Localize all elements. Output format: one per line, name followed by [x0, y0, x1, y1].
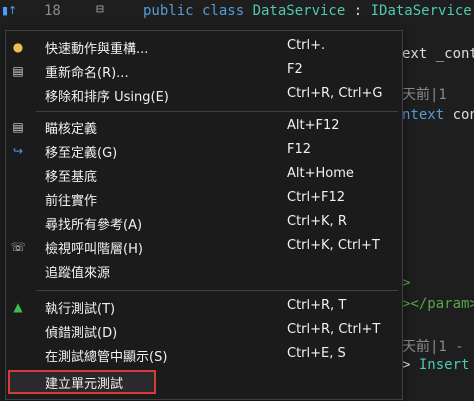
- menu-separator: [36, 111, 398, 112]
- menu-item-debug-tests[interactable]: 偵錯測試(D) Ctrl+R, Ctrl+T: [6, 319, 402, 343]
- keyword: public class: [143, 3, 253, 19]
- menu-item-label: 追蹤值來源: [45, 266, 111, 281]
- menu-item-label: 瞄核定義: [45, 122, 98, 137]
- menu-item-label: 檢視呼叫階層(H): [45, 242, 143, 257]
- code-identifier: Insert: [418, 357, 470, 373]
- menu-item-shortcut: F12: [287, 142, 312, 157]
- menu-item-go-to-implementation[interactable]: 前往實作 Ctrl+F12: [6, 187, 402, 211]
- code-punct: :: [345, 3, 371, 19]
- go-to-definition-icon: ↪: [12, 144, 24, 158]
- peek-definition-icon: ▤: [12, 120, 24, 134]
- class-name: DataService: [252, 3, 346, 19]
- code-line[interactable]: ext _cont: [402, 46, 474, 62]
- menu-item-rename[interactable]: ▤ 重新命名(R)... F2: [6, 59, 402, 83]
- menu-item-label: 在測試總管中顯示(S): [45, 350, 168, 365]
- menu-item-label: 尋找所有參考(A): [45, 218, 143, 233]
- menu-item-label: 執行測試(T): [45, 302, 116, 317]
- menu-item-shortcut: Ctrl+R, T: [287, 298, 347, 313]
- codelens-indicator-icon[interactable]: ▮↑: [2, 4, 17, 18]
- code-comment[interactable]: >: [402, 275, 410, 291]
- fold-marker-icon[interactable]: ⊟: [96, 2, 106, 20]
- menu-item-label: 偵錯測試(D): [45, 326, 118, 341]
- menu-item-shortcut: Alt+Home: [287, 166, 354, 181]
- menu-item-view-call-hierarchy[interactable]: ☏ 檢視呼叫階層(H) Ctrl+K, Ctrl+T: [6, 235, 402, 259]
- menu-separator: [36, 290, 398, 291]
- menu-item-show-in-test-explorer[interactable]: 在測試總管中顯示(S) Ctrl+E, S: [6, 343, 402, 367]
- menu-item-go-to-base[interactable]: 移至基底 Alt+Home: [6, 163, 402, 187]
- menu-item-shortcut: Ctrl+.: [287, 38, 326, 53]
- code-line-class-declaration[interactable]: public class DataService : IDataService: [143, 3, 472, 19]
- code-punct: >: [402, 357, 419, 373]
- menu-item-run-tests[interactable]: ▲ 執行測試(T) Ctrl+R, T: [6, 295, 402, 319]
- call-hierarchy-icon: ☏: [10, 240, 26, 254]
- menu-item-go-to-definition[interactable]: ↪ 移至定義(G) F12: [6, 139, 402, 163]
- menu-item-label: 移至基底: [45, 170, 98, 185]
- menu-item-shortcut: Ctrl+F12: [287, 190, 346, 205]
- menu-item-find-all-references[interactable]: 尋找所有參考(A) Ctrl+K, R: [6, 211, 402, 235]
- codelens-references[interactable]: 天前|1 -: [402, 336, 464, 356]
- line-number: 18: [44, 3, 61, 19]
- menu-item-shortcut: Ctrl+K, Ctrl+T: [287, 238, 380, 253]
- menu-item-label: 快速動作與重構...: [45, 42, 149, 57]
- menu-item-remove-sort-usings[interactable]: 移除和排序 Using(E) Ctrl+R, Ctrl+G: [6, 83, 402, 107]
- menu-item-peek-definition[interactable]: ▤ 瞄核定義 Alt+F12: [6, 115, 402, 139]
- menu-item-label: 建立單元測試: [45, 377, 124, 392]
- lightbulb-icon: ●: [12, 40, 24, 54]
- flask-icon: ▲: [13, 300, 23, 314]
- menu-item-shortcut: Alt+F12: [287, 118, 340, 133]
- keyword: ntext: [402, 107, 445, 123]
- menu-item-label: 移除和排序 Using(E): [45, 90, 169, 105]
- code-text: con: [452, 107, 474, 123]
- menu-item-track-value-source[interactable]: 追蹤值來源: [6, 259, 402, 283]
- rename-icon: ▤: [12, 64, 24, 78]
- code-comment[interactable]: ></param>: [402, 296, 474, 312]
- menu-item-shortcut: Ctrl+R, Ctrl+G: [287, 86, 383, 101]
- menu-item-quick-actions[interactable]: ● 快速動作與重構... Ctrl+.: [6, 35, 402, 59]
- code-line[interactable]: ntext con: [402, 107, 474, 123]
- menu-item-shortcut: F2: [287, 62, 303, 77]
- code-line[interactable]: > Insert: [402, 357, 469, 373]
- menu-item-shortcut: Ctrl+R, Ctrl+T: [287, 322, 381, 337]
- menu-item-label: 前往實作: [45, 194, 98, 209]
- menu-item-shortcut: Ctrl+K, R: [287, 214, 347, 229]
- menu-item-label: 移至定義(G): [45, 146, 118, 161]
- menu-item-label: 重新命名(R)...: [45, 66, 129, 81]
- menu-item-shortcut: Ctrl+E, S: [287, 346, 346, 361]
- codelens-references[interactable]: 天前|1: [402, 84, 447, 104]
- interface-name: IDataService: [370, 3, 472, 19]
- context-menu: ● 快速動作與重構... Ctrl+. ▤ 重新命名(R)... F2 移除和排…: [5, 30, 403, 400]
- menu-item-create-unit-tests[interactable]: 建立單元測試: [8, 370, 156, 394]
